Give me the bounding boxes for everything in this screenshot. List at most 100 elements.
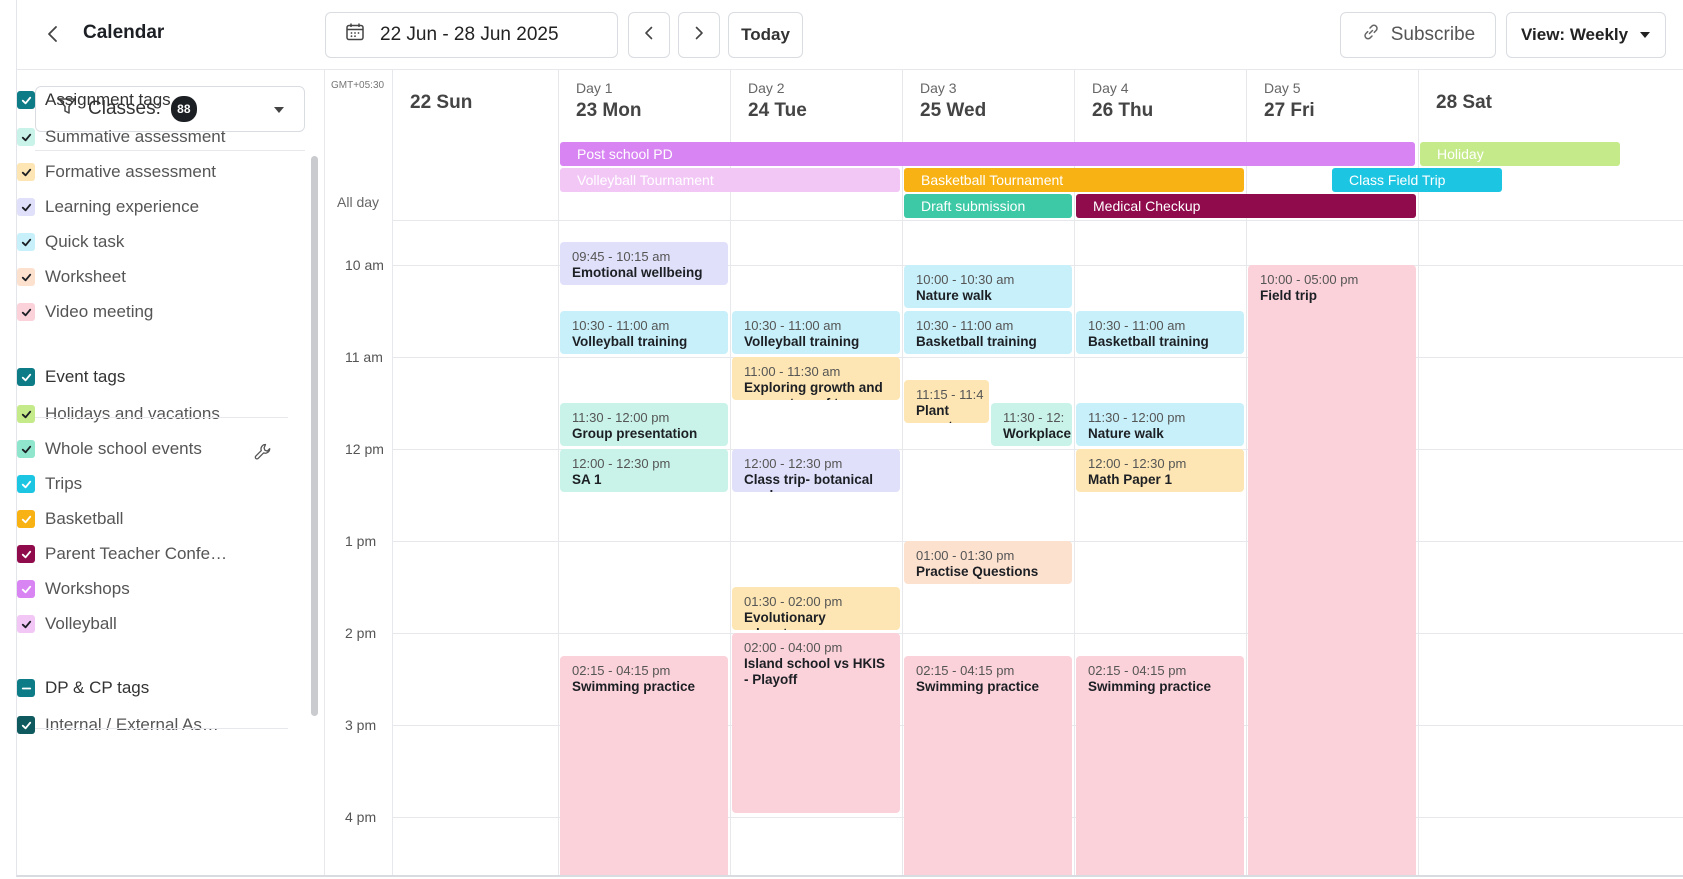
day-header[interactable]: Day 2 24 Tue: [730, 70, 902, 142]
calendar-icon: [344, 21, 366, 49]
divider: [35, 728, 288, 729]
all-day-event[interactable]: Draft submission: [904, 194, 1072, 218]
all-day-event[interactable]: Basketball Tournament: [904, 168, 1244, 192]
calendar-event[interactable]: 12:00 - 12:30 pmClass trip- botanical ga…: [732, 449, 900, 492]
calendar-event[interactable]: 10:30 - 11:00 am Basketball training: [1076, 311, 1244, 354]
hour-label: 3 pm: [345, 717, 377, 733]
view-select[interactable]: View: Weekly: [1506, 12, 1666, 58]
checkbox[interactable]: [17, 440, 35, 458]
day-header[interactable]: 28 Sat: [1418, 70, 1590, 142]
column-divider: [392, 70, 393, 875]
checkbox[interactable]: [17, 405, 35, 423]
filter-item[interactable]: Internal / External As…: [17, 715, 219, 735]
filter-group-1[interactable]: Event tags: [17, 367, 125, 387]
checkbox[interactable]: [17, 233, 35, 251]
event-title: Swimming practice: [916, 679, 1040, 694]
checkbox[interactable]: [17, 198, 35, 216]
filter-item[interactable]: Trips: [17, 474, 82, 494]
hour-label: 11 am: [345, 349, 383, 365]
filter-item[interactable]: Workshops: [17, 579, 130, 599]
all-day-event[interactable]: Medical Checkup: [1076, 194, 1416, 218]
day-header[interactable]: 22 Sun: [392, 70, 558, 142]
filter-group-2[interactable]: DP & CP tags: [17, 678, 149, 698]
checkbox[interactable]: [17, 368, 35, 386]
filter-item[interactable]: Summative assessment: [17, 127, 225, 147]
checkbox[interactable]: [17, 303, 35, 321]
calendar-event[interactable]: 01:30 - 02:00 pmEvolutionary advantage: [732, 587, 900, 630]
all-day-event[interactable]: Holiday: [1420, 142, 1620, 166]
event-time: 11:15 - 11:4: [916, 387, 984, 402]
day-header[interactable]: Day 4 26 Thu: [1074, 70, 1246, 142]
calendar-event[interactable]: 11:30 - 12:00 pm Nature walk: [1076, 403, 1244, 446]
subscribe-button[interactable]: Subscribe: [1340, 12, 1496, 58]
filter-item[interactable]: Video meeting: [17, 302, 153, 322]
checkbox[interactable]: [17, 615, 35, 633]
all-day-event[interactable]: Post school PD: [560, 142, 1415, 166]
calendar-event[interactable]: 09:45 - 10:15 am Emotional wellbeing: [560, 242, 728, 285]
filter-item-label: Holidays and vacations: [45, 404, 220, 423]
back-arrow-icon[interactable]: [41, 22, 65, 46]
day-header[interactable]: Day 5 27 Fri: [1246, 70, 1418, 142]
checkbox[interactable]: [17, 545, 35, 563]
event-time: 12:00 - 12:30 pm: [572, 456, 671, 471]
day-header[interactable]: Day 1 23 Mon: [558, 70, 730, 142]
event-title: Exploring growth and ecosystem of trees: [744, 380, 883, 400]
event-time: 10:30 - 11:00 am: [1088, 318, 1186, 333]
filter-item[interactable]: Basketball: [17, 509, 123, 529]
calendar-event[interactable]: 12:00 - 12:30 pm SA 1: [560, 449, 728, 492]
wrench-icon[interactable]: [253, 442, 273, 462]
calendar-event[interactable]: 02:00 - 04:00 pm Island school vs HKIS - …: [732, 633, 900, 813]
calendar-event[interactable]: 02:15 - 04:15 pm Swimming practice: [904, 656, 1072, 875]
date-range-picker[interactable]: 22 Jun - 28 Jun 2025: [325, 12, 618, 58]
checkbox[interactable]: [17, 510, 35, 528]
hour-label: 12 pm: [345, 441, 384, 457]
all-day-event[interactable]: Class Field Trip: [1332, 168, 1502, 192]
calendar-event[interactable]: 02:15 - 04:15 pm Swimming practice: [560, 656, 728, 875]
filter-item[interactable]: Quick task: [17, 232, 124, 252]
filter-group-0[interactable]: Assignment tags: [17, 90, 171, 110]
checkbox[interactable]: [17, 91, 35, 109]
next-week-button[interactable]: [678, 12, 720, 58]
event-title: Volleyball training: [572, 334, 688, 349]
calendar-event[interactable]: 10:30 - 11:00 am Basketball training: [904, 311, 1072, 354]
calendar-event[interactable]: 10:00 - 05:00 pm Field trip: [1248, 265, 1416, 875]
checkbox[interactable]: [17, 580, 35, 598]
filter-item[interactable]: Formative assessment: [17, 162, 216, 182]
calendar-event[interactable]: 11:00 - 11:30 amExploring growth and eco…: [732, 357, 900, 400]
calendar-event[interactable]: 10:00 - 10:30 am Nature walk: [904, 265, 1072, 308]
calendar-event[interactable]: 10:30 - 11:00 am Volleyball training: [732, 311, 900, 354]
calendar-event[interactable]: 01:00 - 01:30 pm Practise Questions: [904, 541, 1072, 584]
calendar-event[interactable]: 12:00 - 12:30 pm Math Paper 1: [1076, 449, 1244, 492]
calendar-event[interactable]: 11:30 - 12:00 pm Group presentation: [560, 403, 728, 446]
calendar-event[interactable]: 11:30 - 12: Workplace: [991, 403, 1072, 446]
checkbox[interactable]: [17, 163, 35, 181]
filter-item[interactable]: Holidays and vacations: [17, 404, 220, 424]
all-day-event[interactable]: Volleyball Tournament: [560, 168, 900, 192]
checkbox[interactable]: [17, 128, 35, 146]
calendar-event[interactable]: 11:15 - 11:4Plant growt: [904, 380, 989, 423]
filter-item[interactable]: Worksheet: [17, 267, 126, 287]
checkbox[interactable]: [17, 268, 35, 286]
filter-item[interactable]: Learning experience: [17, 197, 199, 217]
sidebar-scrollbar[interactable]: [311, 156, 318, 716]
calendar-event[interactable]: 02:15 - 04:15 pm Swimming practice: [1076, 656, 1244, 875]
event-title: Nature walk: [1088, 426, 1164, 441]
day-header[interactable]: Day 3 25 Wed: [902, 70, 1074, 142]
checkbox[interactable]: [17, 475, 35, 493]
filter-item[interactable]: Parent Teacher Confe…: [17, 544, 227, 564]
link-icon: [1361, 22, 1381, 48]
day-number: Day 2: [748, 80, 785, 96]
day-date: 28 Sat: [1436, 92, 1492, 113]
today-button[interactable]: Today: [728, 12, 803, 58]
filter-item-label: Internal / External As…: [45, 715, 219, 734]
event-time: 02:00 - 04:00 pm: [744, 640, 843, 655]
calendar-event[interactable]: 10:30 - 11:00 am Volleyball training: [560, 311, 728, 354]
previous-week-button[interactable]: [628, 12, 670, 58]
filter-item-label: Basketball: [45, 509, 124, 528]
checkbox[interactable]: [17, 679, 35, 697]
event-time: 02:15 - 04:15 pm: [1088, 663, 1187, 678]
filter-item[interactable]: Volleyball: [17, 614, 117, 634]
filter-item[interactable]: Whole school events: [17, 439, 202, 459]
filter-item-label: Workshops: [45, 579, 130, 598]
checkbox[interactable]: [17, 716, 35, 734]
